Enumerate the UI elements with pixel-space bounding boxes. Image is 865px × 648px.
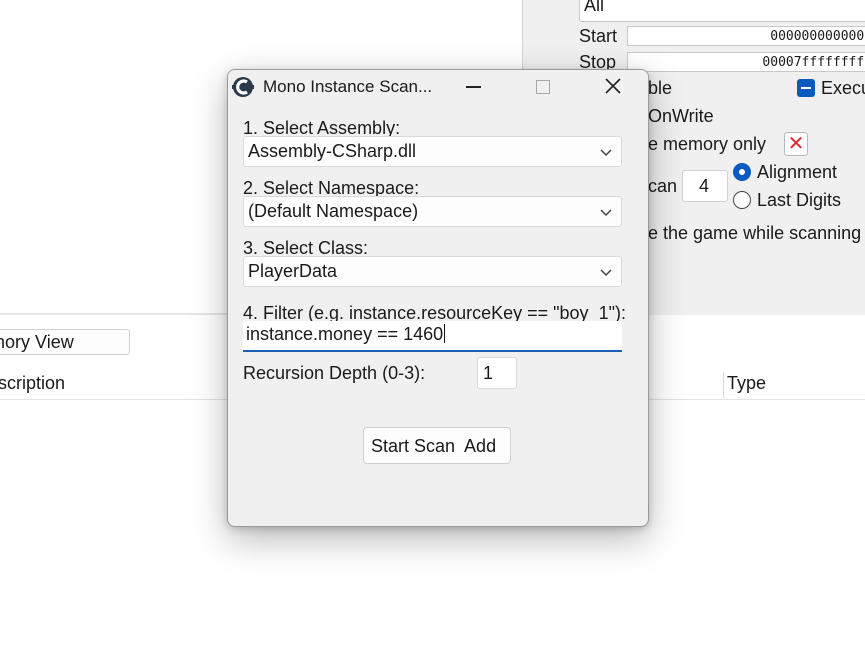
column-type[interactable]: Type <box>727 373 766 394</box>
writable-label: ble <box>648 78 673 98</box>
start-scan-label: Start Scan Add <box>371 436 497 456</box>
scan-type-value: All <box>584 0 605 15</box>
chevron-down-icon <box>600 269 612 277</box>
column-description[interactable]: scription <box>0 373 65 394</box>
x-mark-icon: ✕ <box>787 133 805 155</box>
assembly-select[interactable]: Assembly-CSharp.dll <box>243 136 622 167</box>
chevron-down-icon <box>600 209 612 217</box>
last-digits-radio[interactable] <box>733 191 751 209</box>
stop-address-input[interactable]: 00007fffffffff <box>627 52 865 72</box>
pause-game-label: e the game while scanning <box>648 223 862 243</box>
start-address-value: 0000000000000 <box>770 29 865 44</box>
cheat-engine-icon <box>232 77 254 97</box>
title-bar[interactable]: Mono Instance Scan... <box>228 70 648 106</box>
column-separator[interactable] <box>723 372 724 398</box>
maximize-icon <box>520 70 566 104</box>
filter-input[interactable]: instance.money == 1460 <box>243 321 622 352</box>
fast-scan-value: 4 <box>699 176 710 196</box>
fast-scan-input[interactable]: 4 <box>682 170 728 202</box>
last-digits-label: Last Digits <box>757 190 842 210</box>
copy-on-write-label: OnWrite <box>648 106 714 126</box>
scan-type-select[interactable]: All <box>579 0 865 22</box>
memory-only-checkbox[interactable]: ✕ <box>784 132 808 156</box>
minimize-icon[interactable] <box>456 70 502 104</box>
executable-label: Execu <box>821 78 865 98</box>
start-label: Start <box>579 26 618 46</box>
memory-view-button[interactable]: nory View <box>0 329 130 355</box>
text-caret <box>444 324 446 343</box>
executable-checkbox[interactable] <box>797 79 815 97</box>
alignment-label: Alignment <box>757 162 838 182</box>
close-icon[interactable] <box>590 70 636 104</box>
fast-scan-label: can <box>648 176 678 196</box>
namespace-value: (Default Namespace) <box>248 201 419 221</box>
chevron-down-icon <box>600 149 612 157</box>
stop-address-value: 00007fffffffff <box>762 55 865 70</box>
memory-view-label: nory View <box>0 332 74 352</box>
start-address-input[interactable]: 0000000000000 <box>627 26 865 46</box>
depth-label: Recursion Depth (0-3): <box>243 363 426 383</box>
assembly-value: Assembly-CSharp.dll <box>248 141 417 161</box>
alignment-radio[interactable] <box>733 163 751 181</box>
memory-only-label: e memory only <box>648 134 767 154</box>
start-scan-button[interactable]: Start Scan Add <box>363 427 511 464</box>
namespace-select[interactable]: (Default Namespace) <box>243 196 622 227</box>
dialog-title: Mono Instance Scan... <box>263 77 433 96</box>
filter-value: instance.money == 1460 <box>246 324 444 344</box>
class-value: PlayerData <box>248 261 338 281</box>
depth-value: 1 <box>483 363 494 383</box>
class-select[interactable]: PlayerData <box>243 256 622 287</box>
mono-instance-scan-dialog: Mono Instance Scan... 1. Select Assembly… <box>227 69 649 527</box>
recursion-depth-input[interactable]: 1 <box>477 357 517 389</box>
